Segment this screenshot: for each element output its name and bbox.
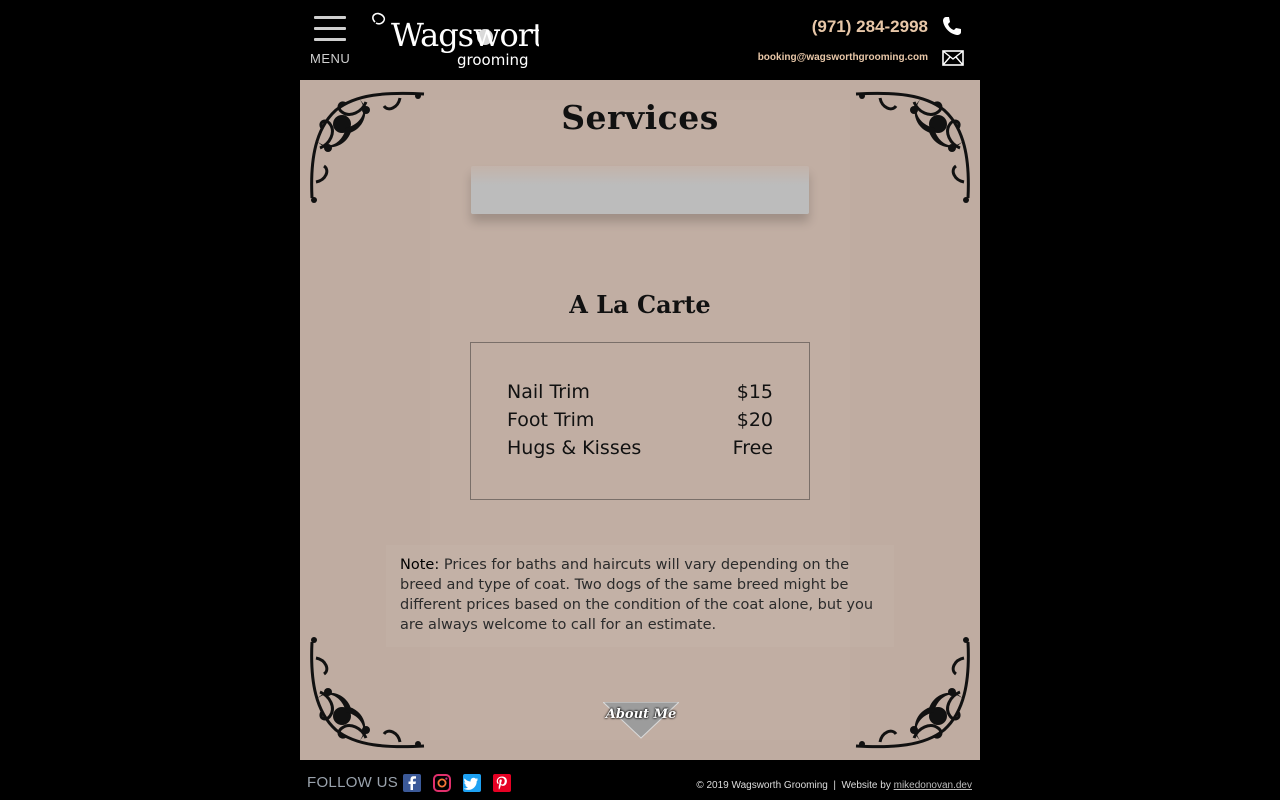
price-list: Nail Trim $15 Foot Trim $20 Hugs & Kisse… <box>470 342 810 500</box>
phone-number[interactable]: (971) 284-2998 <box>812 17 928 37</box>
about-me-button[interactable]: About Me <box>601 700 681 740</box>
twitter-icon[interactable] <box>463 774 481 792</box>
site-header: MENU Wagsworth grooming (971) 284-2998 b… <box>300 0 980 80</box>
site-footer: FOLLOW US © 2019 Wagsworth Grooming | We… <box>300 760 980 800</box>
page-title: Services <box>561 98 719 137</box>
mail-icon[interactable] <box>942 50 964 66</box>
follow-us-label: FOLLOW US <box>307 774 399 791</box>
note-text: Prices for baths and haircuts will vary … <box>400 557 874 633</box>
pinterest-icon[interactable] <box>493 774 511 792</box>
copyright-label: © 2019 Wagsworth Grooming | Website by <box>696 780 894 791</box>
price-list-item: Foot Trim $20 <box>507 409 773 435</box>
hamburger-icon <box>314 16 346 42</box>
service-price: $15 <box>736 381 773 403</box>
logo-text-main: Wagsworth <box>391 16 539 54</box>
email-address[interactable]: booking@wagsworthgrooming.com <box>758 52 928 63</box>
service-price: Free <box>732 437 773 459</box>
menu-button[interactable]: MENU <box>310 14 350 66</box>
phone-icon[interactable] <box>940 14 964 38</box>
logo-text-sub: grooming <box>457 51 529 69</box>
service-name: Nail Trim <box>507 381 590 403</box>
copyright-text: © 2019 Wagsworth Grooming | Website by m… <box>696 780 972 791</box>
service-name: Hugs & Kisses <box>507 437 642 459</box>
facebook-icon[interactable] <box>403 774 421 792</box>
credit-link[interactable]: mikedonovan.dev <box>894 780 972 791</box>
service-name: Foot Trim <box>507 409 595 431</box>
a-la-carte-heading: A La Carte <box>569 290 711 319</box>
note-label: Note: <box>400 557 440 573</box>
menu-label: MENU <box>310 51 351 66</box>
about-me-label: About Me <box>605 707 677 722</box>
services-content: Services A La Carte Nail Trim $15 Foot T… <box>300 80 980 760</box>
pricing-note: Note: Prices for baths and haircuts will… <box>386 545 894 647</box>
price-list-item: Nail Trim $15 <box>507 381 773 407</box>
logo[interactable]: Wagsworth grooming <box>367 8 539 70</box>
service-price: $20 <box>736 409 773 431</box>
price-list-item: Hugs & Kisses Free <box>507 437 773 463</box>
services-image-placeholder <box>471 166 809 214</box>
instagram-icon[interactable] <box>433 774 451 792</box>
